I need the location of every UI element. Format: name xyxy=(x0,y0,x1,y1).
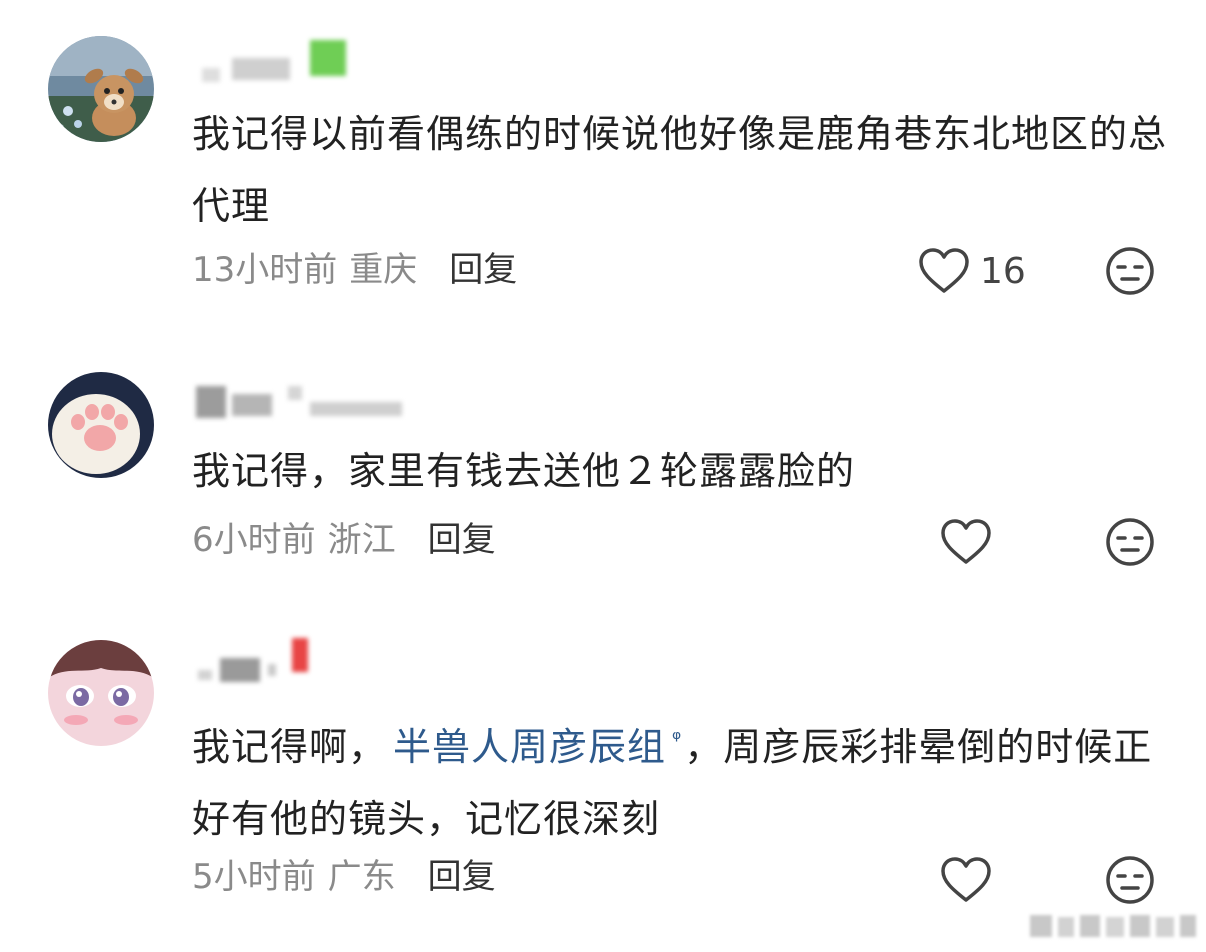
anime-girl-avatar xyxy=(48,640,154,746)
comment-time: 5小时前 xyxy=(192,857,316,897)
heart-outline-icon xyxy=(919,248,969,293)
user-avatar[interactable] xyxy=(48,372,154,478)
search-icon[interactable]: ᵠ xyxy=(672,727,682,752)
meh-face-icon xyxy=(1106,247,1154,295)
comment-time: 6小时前 xyxy=(192,520,316,560)
heart-outline-icon xyxy=(941,857,991,902)
heart-outline-icon xyxy=(941,519,991,564)
comment-meta: 5小时前 广东 回复 xyxy=(192,852,496,902)
comment-item: 我记得啊， 半兽人周彦辰组 ᵠ，周彦辰彩排晕倒的时候正好有他的镜头，记忆很深刻 5小… xyxy=(0,590,1206,930)
dislike-button[interactable] xyxy=(1104,854,1156,906)
dislike-button[interactable] xyxy=(1104,245,1156,297)
reply-button[interactable]: 回复 xyxy=(428,520,496,560)
watermark xyxy=(1030,905,1200,945)
like-count: 16 xyxy=(980,250,1026,292)
comment-text-before: 我记得啊， xyxy=(192,725,388,769)
topic-link[interactable]: 半兽人周彦辰组 xyxy=(393,725,666,769)
username-redacted[interactable] xyxy=(192,38,432,94)
comment-text: 我记得啊， 半兽人周彦辰组 ᵠ，周彦辰彩排晕倒的时候正好有他的镜头，记忆很深刻 xyxy=(192,704,1167,855)
deer-plush-avatar xyxy=(48,36,154,142)
comment-time: 13小时前 xyxy=(192,250,338,290)
reply-button[interactable]: 回复 xyxy=(428,857,496,897)
user-avatar[interactable] xyxy=(48,36,154,142)
reply-button[interactable]: 回复 xyxy=(449,250,517,290)
username-redacted[interactable] xyxy=(192,636,432,692)
comment-item: 我记得，家里有钱去送他２轮露露脸的 6小时前 浙江 回复 xyxy=(0,320,1206,590)
comment-location: 重庆 xyxy=(349,250,418,290)
comment-text: 我记得以前看偶练的时候说他好像是鹿角巷东北地区的总代理 xyxy=(192,112,1168,228)
comment-meta: 13小时前 重庆 回复 xyxy=(192,245,517,295)
comment-meta: 6小时前 浙江 回复 xyxy=(192,515,496,565)
user-avatar[interactable] xyxy=(48,640,154,746)
like-button[interactable]: 16 xyxy=(918,243,1026,299)
like-button[interactable] xyxy=(940,514,992,570)
dislike-button[interactable] xyxy=(1104,516,1156,568)
comment-location: 浙江 xyxy=(327,520,396,560)
meh-face-icon xyxy=(1106,856,1154,904)
comment-text: 我记得，家里有钱去送他２轮露露脸的 xyxy=(192,449,856,493)
like-button[interactable] xyxy=(940,852,992,908)
username-redacted[interactable] xyxy=(192,378,432,434)
cat-paw-avatar xyxy=(48,372,154,478)
comment-location: 广东 xyxy=(327,857,396,897)
comment-item: 我记得以前看偶练的时候说他好像是鹿角巷东北地区的总代理 13小时前 重庆 回复 16 xyxy=(0,0,1206,320)
meh-face-icon xyxy=(1106,518,1154,566)
